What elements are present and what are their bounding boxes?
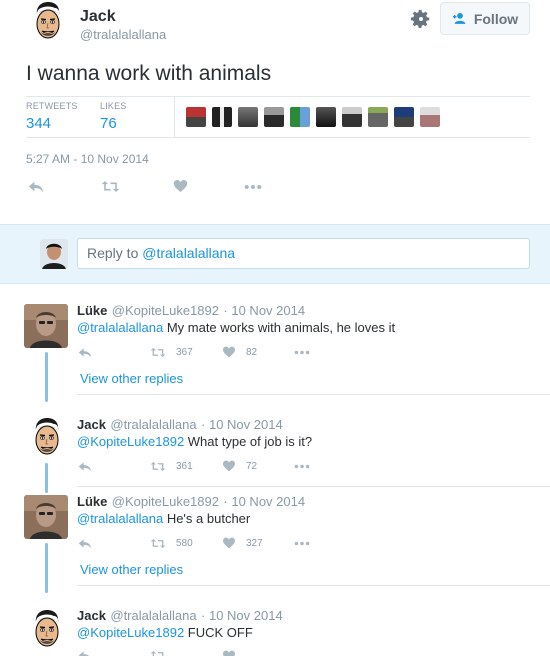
reply-icon[interactable] [28, 180, 44, 193]
reply-avatar[interactable] [32, 418, 62, 462]
reply-author-handle[interactable]: @tralalalallana [110, 608, 196, 623]
retweet-icon[interactable] [150, 650, 166, 656]
liker-avatar[interactable] [420, 107, 440, 127]
reply-header: Jack @tralalalallana · 10 Nov 2014 [77, 607, 283, 625]
more-icon[interactable] [294, 350, 310, 355]
reply-header: Lüke @KopiteLuke1892 · 10 Nov 2014 [77, 302, 305, 320]
retweets-label: RETWEETS [26, 101, 78, 111]
like-icon[interactable] [222, 650, 236, 656]
reply-author-name[interactable]: Jack [77, 417, 106, 432]
tweet-text: I wanna work with animals [26, 62, 272, 85]
reply-author-name[interactable]: Lüke [77, 494, 107, 509]
reply-prefix: Reply to [87, 245, 143, 261]
like-icon[interactable] [222, 537, 236, 549]
liker-avatars [186, 107, 440, 127]
reply-icon[interactable] [78, 650, 92, 656]
likes-stat[interactable]: LIKES 76 [100, 101, 127, 132]
follow-button[interactable]: Follow [440, 2, 530, 35]
liker-avatar[interactable] [186, 107, 206, 127]
reply-mention[interactable]: @tralalalallana [77, 511, 163, 526]
reply-body: FUCK OFF [184, 625, 253, 640]
retweets-stat[interactable]: RETWEETS 344 [26, 101, 78, 132]
reply-avatar[interactable] [32, 610, 62, 654]
reply-mention[interactable]: @KopiteLuke1892 [77, 434, 184, 449]
reply-text: @KopiteLuke1892 What type of job is it? [77, 434, 312, 449]
like-count: 72 [246, 461, 258, 472]
likes-count: 76 [100, 115, 117, 132]
tweet-timestamp[interactable]: 5:27 AM - 10 Nov 2014 [26, 152, 149, 166]
author-name[interactable]: Jack [80, 8, 116, 26]
reply-author-handle[interactable]: @tralalalallana [110, 417, 196, 432]
reply-separator [77, 486, 550, 487]
view-other-replies-link[interactable]: View other replies [80, 371, 183, 386]
retweet-icon[interactable] [150, 538, 166, 549]
likes-label: LIKES [100, 101, 127, 111]
retweet-count: 580 [176, 538, 193, 549]
reply-mention[interactable]: @KopiteLuke1892 [77, 625, 184, 640]
reply-header: Jack @tralalalallana · 10 Nov 2014 [77, 416, 283, 434]
more-icon[interactable] [294, 464, 310, 469]
reply-date[interactable]: · 10 Nov 2014 [223, 303, 305, 318]
liker-avatar[interactable] [342, 107, 362, 127]
reply-mention: @tralalalallana [142, 245, 236, 261]
more-icon[interactable] [294, 541, 310, 546]
like-count: 327 [246, 538, 263, 549]
follow-label: Follow [473, 10, 519, 27]
retweet-count: 367 [176, 347, 193, 358]
reply-author-name[interactable]: Lüke [77, 303, 107, 318]
retweets-count: 344 [26, 115, 52, 132]
reply-text: @tralalalallana He's a butcher [77, 511, 250, 526]
reply-avatar[interactable] [24, 495, 68, 539]
view-other-replies-link[interactable]: View other replies [80, 562, 183, 577]
liker-avatar[interactable] [394, 107, 414, 127]
reply-header: Lüke @KopiteLuke1892 · 10 Nov 2014 [77, 493, 305, 511]
reply-date[interactable]: · 10 Nov 2014 [201, 417, 283, 432]
reply-separator [77, 585, 550, 586]
liker-avatar[interactable] [212, 107, 232, 127]
liker-avatar[interactable] [368, 107, 388, 127]
current-user-avatar [40, 239, 68, 269]
reply-icon[interactable] [78, 347, 92, 358]
author-handle[interactable]: @tralalalallana [80, 27, 166, 42]
reply-separator [77, 394, 550, 395]
retweet-icon[interactable] [150, 461, 166, 472]
stats-divider [174, 96, 175, 138]
liker-avatar[interactable] [264, 107, 284, 127]
retweet-icon[interactable] [150, 347, 166, 358]
reply-text: @KopiteLuke1892 FUCK OFF [77, 625, 253, 640]
reply-date[interactable]: · 10 Nov 2014 [223, 494, 305, 509]
liker-avatar[interactable] [290, 107, 310, 127]
gear-icon[interactable] [410, 8, 432, 30]
like-icon[interactable] [222, 346, 236, 358]
thread-line [45, 463, 48, 493]
reply-body: What type of job is it? [184, 434, 313, 449]
more-icon[interactable] [244, 184, 262, 190]
reply-author-handle[interactable]: @KopiteLuke1892 [112, 303, 219, 318]
reply-text: @tralalalallana My mate works with anima… [77, 320, 395, 335]
follow-person-icon [452, 12, 466, 24]
reply-icon[interactable] [78, 538, 92, 549]
reply-mention[interactable]: @tralalalallana [77, 320, 163, 335]
liker-avatar[interactable] [238, 107, 258, 127]
retweet-icon[interactable] [101, 180, 120, 193]
reply-input[interactable]: Reply to @tralalalallana [77, 238, 530, 269]
reply-avatar[interactable] [24, 304, 68, 348]
liker-avatar[interactable] [316, 107, 336, 127]
reply-icon[interactable] [78, 461, 92, 472]
reply-body: My mate works with animals, he loves it [163, 320, 396, 335]
reply-date[interactable]: · 10 Nov 2014 [201, 608, 283, 623]
reply-author-name[interactable]: Jack [77, 608, 106, 623]
reply-author-handle[interactable]: @KopiteLuke1892 [112, 494, 219, 509]
like-icon[interactable] [222, 460, 236, 472]
author-avatar[interactable] [30, 2, 66, 46]
reply-body: He's a butcher [163, 511, 251, 526]
like-icon[interactable] [173, 179, 188, 193]
like-count: 82 [246, 347, 258, 358]
thread-line [45, 352, 48, 402]
thread-line [45, 543, 48, 593]
retweet-count: 361 [176, 461, 193, 472]
